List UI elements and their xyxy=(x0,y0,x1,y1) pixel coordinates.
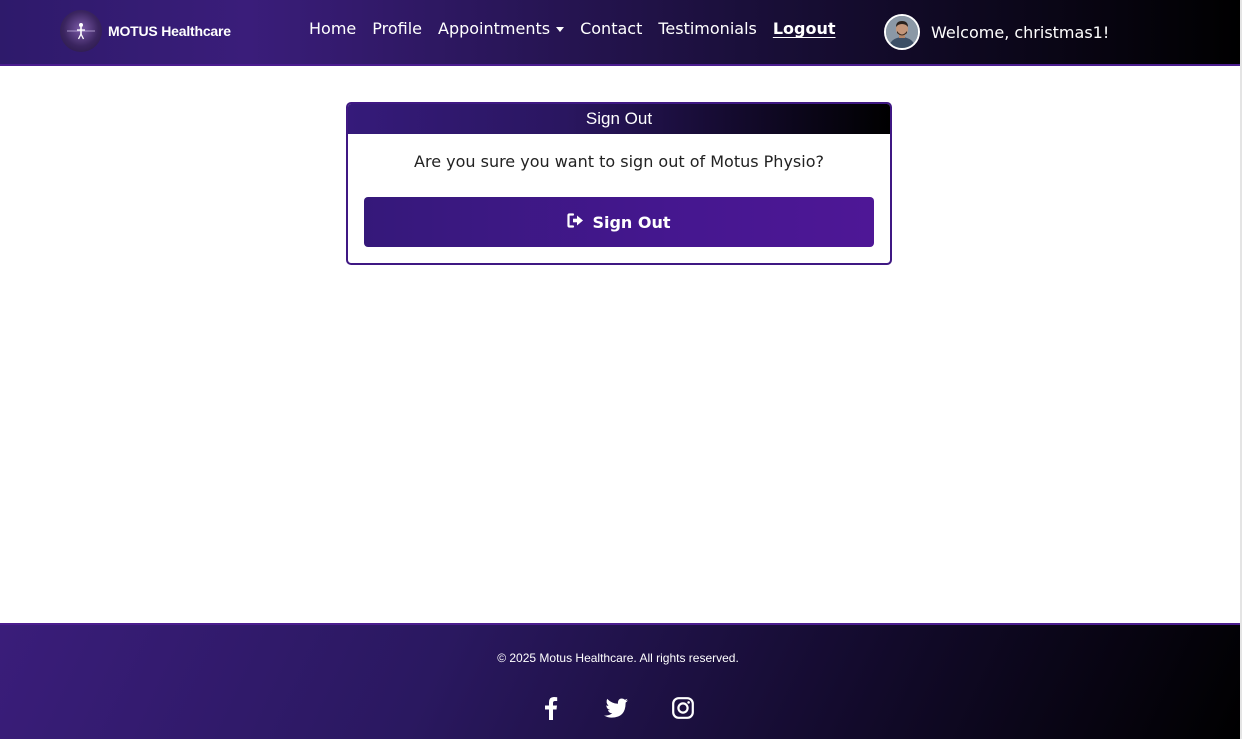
welcome-message: Welcome, christmas1! xyxy=(931,22,1110,42)
footer: © 2025 Motus Healthcare. All rights rese… xyxy=(0,623,1242,739)
nav-contact[interactable]: Contact xyxy=(580,19,642,38)
main-nav: Home Profile Appointments Contact Testim… xyxy=(309,19,852,38)
sign-out-card: Sign Out Are you sure you want to sign o… xyxy=(346,102,892,265)
nav-appointments-label: Appointments xyxy=(438,19,551,38)
navbar: MOTUS Healthcare Home Profile Appointmen… xyxy=(0,0,1242,66)
nav-appointments-dropdown[interactable]: Appointments xyxy=(438,19,565,38)
twitter-icon[interactable] xyxy=(603,695,629,721)
sign-out-button[interactable]: Sign Out xyxy=(364,197,874,247)
card-title: Sign Out xyxy=(348,104,890,134)
figure-icon xyxy=(60,10,102,52)
nav-profile[interactable]: Profile xyxy=(372,19,422,38)
instagram-icon[interactable] xyxy=(671,695,695,721)
caret-down-icon xyxy=(556,27,565,32)
avatar[interactable] xyxy=(884,14,920,50)
facebook-icon[interactable] xyxy=(541,695,561,721)
copyright-text: © 2025 Motus Healthcare. All rights rese… xyxy=(497,651,739,665)
brand-name[interactable]: MOTUS Healthcare xyxy=(108,23,231,39)
nav-logout[interactable]: Logout xyxy=(773,19,836,38)
brand[interactable]: MOTUS Healthcare xyxy=(60,10,231,52)
sign-out-button-label: Sign Out xyxy=(592,212,671,232)
nav-home[interactable]: Home xyxy=(309,19,356,38)
user-area: Welcome, christmas1! xyxy=(884,14,1109,50)
nav-testimonials[interactable]: Testimonials xyxy=(658,19,757,38)
sign-out-message: Are you sure you want to sign out of Mot… xyxy=(414,152,824,171)
sign-out-icon xyxy=(567,212,592,232)
